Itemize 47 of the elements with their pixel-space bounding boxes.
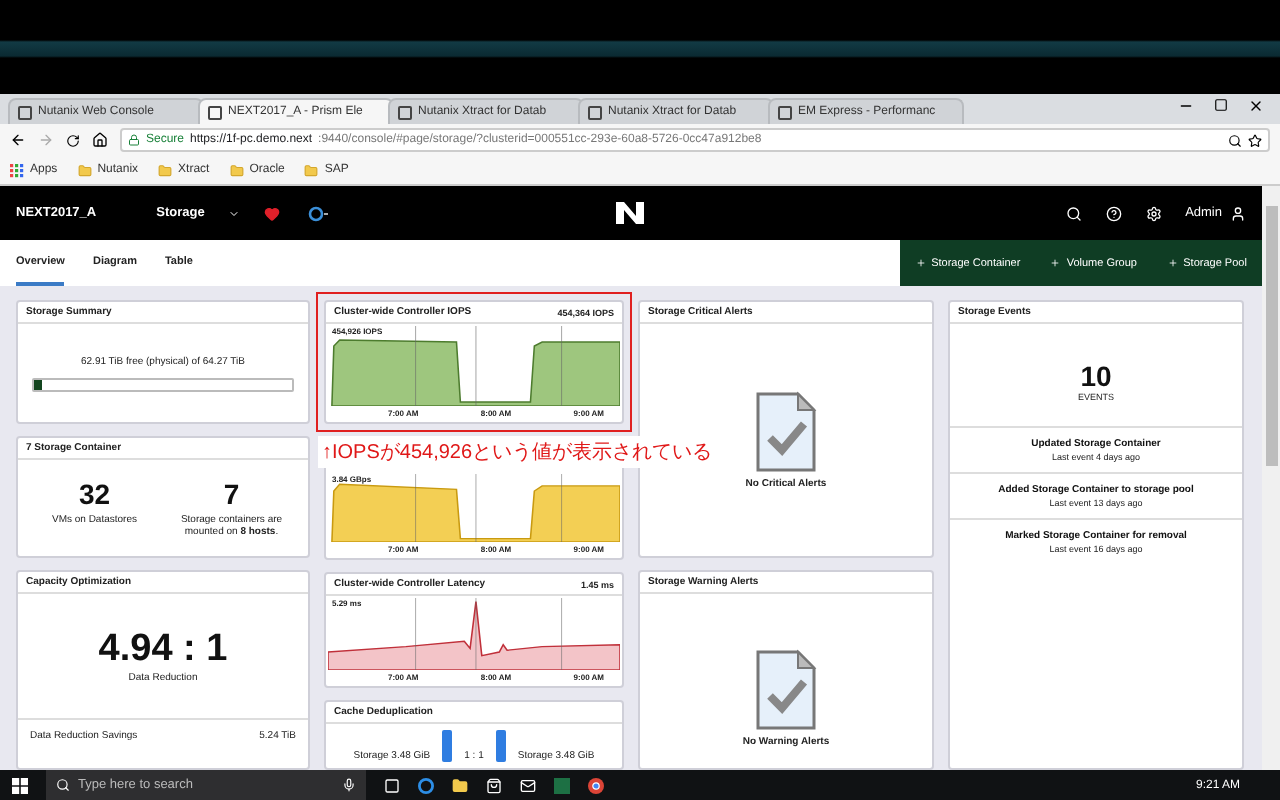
task-view-icon[interactable] bbox=[384, 777, 400, 793]
stat-value: 7 bbox=[223, 478, 240, 510]
tab-favicon-icon bbox=[18, 105, 32, 119]
health-heart-icon[interactable] bbox=[264, 205, 281, 221]
tab-favicon-icon bbox=[588, 105, 602, 119]
plus-icon bbox=[1167, 258, 1178, 268]
folder-icon bbox=[158, 163, 173, 177]
circle-icon[interactable] bbox=[308, 205, 329, 221]
folder-icon[interactable] bbox=[452, 777, 468, 793]
help-icon[interactable] bbox=[1105, 205, 1122, 221]
settings-icon[interactable] bbox=[1145, 205, 1162, 221]
folder-icon bbox=[304, 163, 319, 177]
star-icon[interactable] bbox=[1248, 133, 1262, 147]
plus-icon bbox=[915, 258, 926, 268]
reload-icon[interactable] bbox=[66, 133, 80, 147]
dedup-bar bbox=[442, 730, 453, 762]
back-icon[interactable] bbox=[10, 132, 26, 148]
caret-icon bbox=[228, 207, 241, 219]
tab-favicon-icon bbox=[208, 105, 222, 119]
folder-icon bbox=[229, 163, 244, 177]
microphone-icon[interactable] bbox=[342, 778, 356, 792]
chrome-icon[interactable] bbox=[588, 777, 604, 793]
tab-favicon-icon bbox=[778, 105, 792, 119]
search-icon bbox=[56, 778, 70, 792]
browser-e-icon[interactable] bbox=[418, 777, 434, 793]
lock-icon bbox=[128, 134, 140, 146]
ratio-value: 4.94 : 1 bbox=[98, 628, 228, 672]
tab-favicon-icon bbox=[398, 105, 412, 119]
user-icon bbox=[1230, 205, 1246, 221]
apps-grid-icon bbox=[10, 163, 24, 177]
search-icon[interactable] bbox=[1228, 133, 1242, 147]
document-check-icon bbox=[754, 390, 818, 474]
home-icon[interactable] bbox=[92, 132, 108, 148]
stat-value: 32 bbox=[78, 478, 111, 510]
folder-icon bbox=[77, 163, 92, 177]
spreadsheet-icon[interactable] bbox=[554, 777, 570, 793]
event-count: 10 bbox=[1080, 360, 1112, 392]
close-icon[interactable] bbox=[1248, 98, 1264, 114]
windows-start-icon[interactable] bbox=[12, 777, 28, 793]
dedup-bar bbox=[495, 730, 506, 762]
store-bag-icon[interactable] bbox=[486, 777, 502, 793]
plus-icon bbox=[1050, 258, 1061, 268]
document-check-icon bbox=[754, 648, 818, 732]
mail-icon[interactable] bbox=[520, 777, 536, 793]
scrollbar[interactable] bbox=[1262, 186, 1280, 770]
logo-icon bbox=[616, 202, 644, 224]
maximize-icon[interactable] bbox=[1214, 98, 1228, 112]
